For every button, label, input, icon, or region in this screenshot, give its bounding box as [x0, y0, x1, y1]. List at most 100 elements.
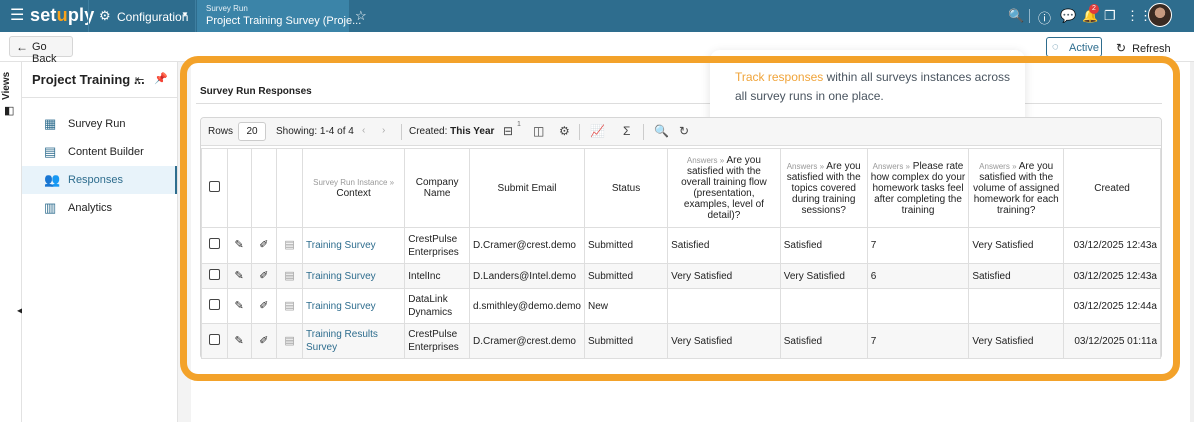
app-logo[interactable]: setuply — [30, 5, 94, 26]
row-select — [201, 263, 228, 289]
divider — [643, 124, 644, 140]
active-status-button[interactable]: ◌ Active — [1046, 37, 1102, 57]
document-icon[interactable]: ▤ — [276, 227, 303, 264]
edit-pencil-icon[interactable]: ✎ — [226, 323, 252, 359]
doc-column-header — [276, 148, 303, 228]
open-tab-survey-run[interactable]: Survey Run Project Training Survey (Proj… — [197, 0, 361, 32]
help-icon[interactable]: ⓘ — [1038, 8, 1051, 27]
chart-icon: ▥ — [44, 200, 57, 215]
callout-text: Track responses within all surveys insta… — [735, 68, 1015, 106]
cell-q2: Satisfied — [779, 323, 868, 359]
panel-divider[interactable] — [177, 62, 191, 422]
document-icon[interactable]: ▤ — [276, 323, 303, 359]
edit-pencil-icon[interactable]: ✎ — [226, 227, 252, 264]
select-all-header — [201, 148, 228, 228]
rows-per-page-select[interactable]: 20 — [238, 122, 266, 141]
rows-label: Rows — [208, 126, 234, 137]
arrow-left-icon: ← — [16, 40, 28, 54]
cell-context[interactable]: Training Survey — [301, 288, 406, 324]
sidebar-title: Project Training ... — [32, 72, 145, 87]
edit-fields-icon[interactable]: ✐ — [250, 263, 278, 289]
copy-icon[interactable]: ❐ — [1104, 8, 1116, 24]
columns-icon[interactable]: ◫ — [533, 124, 544, 138]
gear-icon: ⚙ — [99, 8, 111, 23]
row-select — [201, 288, 228, 324]
cell-email: D.Cramer@crest.demo — [469, 227, 585, 264]
search-icon[interactable]: 🔍 — [1008, 8, 1024, 24]
cell-context[interactable]: Training Survey — [301, 263, 406, 289]
table-row[interactable]: ✎ ✐ ▤ Training Survey DataLink Dynamics … — [201, 288, 1161, 324]
cell-created: 03/12/2025 12:43a — [1063, 227, 1161, 264]
column-header-q1[interactable]: Answers » Are you satisfied with the ove… — [667, 148, 781, 228]
avatar[interactable] — [1148, 3, 1172, 27]
cell-status: New — [583, 288, 669, 324]
edit-fields-icon[interactable]: ✐ — [250, 288, 278, 324]
row-checkbox[interactable] — [208, 333, 220, 345]
document-icon[interactable]: ▤ — [276, 263, 303, 289]
scrollbar[interactable] — [1190, 62, 1194, 422]
row-checkbox[interactable] — [208, 268, 220, 280]
go-back-button[interactable]: ← Go Back — [9, 36, 73, 65]
cell-company: IntelInc — [404, 263, 471, 289]
chevron-down-icon[interactable]: ▼ — [181, 10, 189, 19]
table-row[interactable]: ✎ ✐ ▤ Training Results Survey CrestPulse… — [201, 323, 1161, 359]
created-filter[interactable]: Created: This Year — [409, 126, 494, 137]
sidebar-item-responses[interactable]: 👥 Responses — [22, 166, 177, 194]
row-checkbox[interactable] — [208, 298, 220, 310]
edit-fields-icon[interactable]: ✐ — [250, 323, 278, 359]
sidebar-item-label: Survey Run — [68, 118, 126, 130]
settings-icon[interactable]: ⚙ — [559, 124, 570, 138]
column-header-email[interactable]: Submit Email — [469, 148, 585, 228]
next-page-icon[interactable]: › — [382, 125, 385, 136]
search-icon[interactable]: 🔍 — [654, 124, 669, 138]
edit-pencil-icon[interactable]: ✎ — [226, 263, 252, 289]
created-filter-label: Created: — [409, 126, 448, 137]
filter-icon[interactable]: ⊟ — [503, 124, 513, 138]
table-header-row: Survey Run Instance » Context Company Nam… — [201, 148, 1161, 228]
column-header-q3[interactable]: Answers » Please rate how complex do you… — [866, 148, 970, 228]
row-select — [201, 323, 228, 359]
configuration-label[interactable]: Configuration — [117, 10, 188, 24]
chat-icon[interactable]: 💬 — [1060, 8, 1076, 24]
column-header-context[interactable]: Survey Run Instance » Context — [301, 148, 406, 228]
table-row[interactable]: ✎ ✐ ▤ Training Survey CrestPulse Enterpr… — [201, 227, 1161, 264]
hamburger-icon[interactable]: ☰ — [10, 8, 24, 24]
collapse-panel-icon[interactable]: ⇤ — [135, 73, 144, 86]
reload-icon[interactable]: ↻ — [679, 124, 689, 138]
filter-count: 1 — [517, 121, 521, 128]
column-header-status[interactable]: Status — [583, 148, 669, 228]
cell-context[interactable]: Training Survey — [301, 227, 406, 264]
views-label[interactable]: Views — [1, 68, 12, 100]
cell-context[interactable]: Training Results Survey — [301, 323, 406, 359]
column-header-q4[interactable]: Answers » Are you satisfied with the vol… — [968, 148, 1065, 228]
select-all-checkbox[interactable] — [208, 181, 220, 192]
sidebar-item-survey-run[interactable]: ▦ Survey Run — [22, 110, 177, 138]
cell-status: Submitted — [583, 323, 669, 359]
cell-email: d.smithley@demo.demo — [469, 288, 585, 324]
refresh-button[interactable]: ↻ Refresh — [1116, 41, 1171, 55]
column-header-created[interactable]: Created — [1063, 148, 1161, 228]
panel-icon[interactable]: ◧ — [4, 104, 14, 117]
cell-q2 — [779, 288, 868, 324]
header-prefix: Answers » — [872, 161, 910, 171]
sum-icon[interactable]: Σ — [623, 124, 630, 138]
table-row[interactable]: ✎ ✐ ▤ Training Survey IntelInc D.Landers… — [201, 263, 1161, 289]
column-header-q2[interactable]: Answers » Are you satisfied with the top… — [779, 148, 868, 228]
pin-icon[interactable]: 📌 — [154, 72, 168, 85]
header-prefix: Answers » — [686, 156, 725, 165]
chart-icon[interactable]: 📈 — [590, 124, 605, 138]
prev-page-icon[interactable]: ‹ — [362, 125, 365, 136]
column-header-company[interactable]: Company Name — [404, 148, 471, 228]
cell-email: D.Cramer@crest.demo — [469, 323, 585, 359]
edit-pencil-icon[interactable]: ✎ — [226, 288, 252, 324]
cell-status: Submitted — [583, 227, 669, 264]
sidebar-item-analytics[interactable]: ▥ Analytics — [22, 194, 177, 222]
cell-q3: 7 — [866, 227, 970, 264]
showing-count: Showing: 1-4 of 4 — [276, 126, 354, 137]
row-checkbox[interactable] — [208, 238, 220, 249]
cell-q1 — [667, 288, 781, 324]
star-icon[interactable]: ☆ — [355, 8, 367, 24]
sidebar-item-content-builder[interactable]: ▤ Content Builder — [22, 138, 177, 166]
document-icon[interactable]: ▤ — [276, 288, 303, 324]
edit-fields-icon[interactable]: ✐ — [250, 227, 278, 264]
